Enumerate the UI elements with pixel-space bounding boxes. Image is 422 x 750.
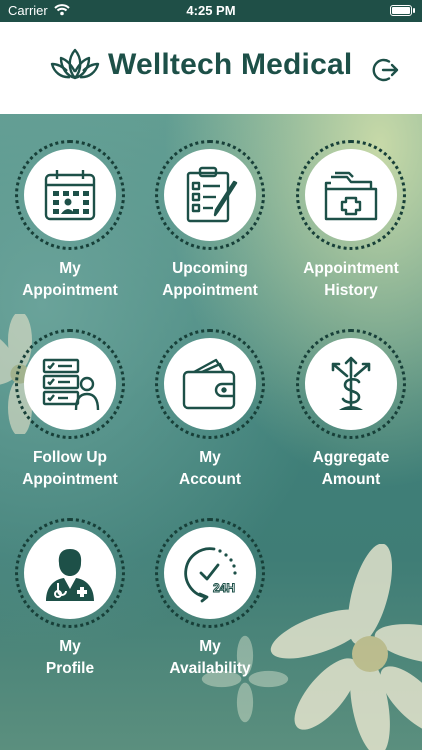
dollar-growth-icon bbox=[331, 356, 371, 410]
tile-label: Upcoming Appointment bbox=[162, 260, 258, 299]
tile-circle bbox=[305, 338, 397, 430]
svg-text:24H: 24H bbox=[213, 581, 235, 595]
wallet-icon bbox=[182, 358, 236, 410]
calendar-icon bbox=[44, 170, 96, 221]
tile-circle bbox=[164, 338, 256, 430]
follow-up-appointment-tile[interactable]: Follow Up Appointment bbox=[0, 329, 140, 509]
app-title: Welltech Medical bbox=[108, 48, 353, 81]
tile-circle bbox=[305, 149, 397, 241]
tile-label: My Availability bbox=[169, 638, 251, 677]
tile-label: My Profile bbox=[45, 638, 95, 677]
my-profile-tile[interactable]: My Profile bbox=[0, 518, 140, 698]
tile-label: My Appointment bbox=[22, 260, 118, 299]
clock-24h-icon: 24H bbox=[184, 547, 237, 603]
battery-icon bbox=[390, 5, 415, 16]
medical-folder-icon bbox=[324, 171, 378, 221]
tile-circle bbox=[24, 338, 116, 430]
tile-circle bbox=[164, 149, 256, 241]
patient-list-icon bbox=[42, 358, 100, 411]
appointment-history-tile[interactable]: Appointment History bbox=[281, 140, 421, 320]
tile-circle: 24H bbox=[164, 527, 256, 619]
upcoming-appointment-tile[interactable]: Upcoming Appointment bbox=[140, 140, 280, 320]
clipboard-checklist-icon bbox=[186, 166, 238, 223]
app-header: Welltech Medical bbox=[0, 22, 422, 114]
aggregate-amount-tile[interactable]: Aggregate Amount bbox=[281, 329, 421, 509]
tile-label: Appointment History bbox=[303, 260, 399, 299]
my-appointment-tile[interactable]: My Appointment bbox=[0, 140, 140, 320]
my-availability-tile[interactable]: 24H My Availability bbox=[140, 518, 280, 698]
clock-time: 4:25 PM bbox=[186, 3, 236, 18]
tile-circle bbox=[24, 149, 116, 241]
lotus-icon bbox=[50, 48, 100, 80]
status-bar: Carrier 4:25 PM bbox=[0, 0, 422, 22]
tile-label: My Account bbox=[179, 449, 241, 488]
tile-label: Follow Up Appointment bbox=[22, 449, 118, 488]
logout-icon[interactable] bbox=[372, 56, 400, 84]
tile-circle bbox=[24, 527, 116, 619]
doctor-icon bbox=[46, 549, 94, 601]
my-account-tile[interactable]: My Account bbox=[140, 329, 280, 509]
tile-label: Aggregate Amount bbox=[312, 449, 390, 488]
